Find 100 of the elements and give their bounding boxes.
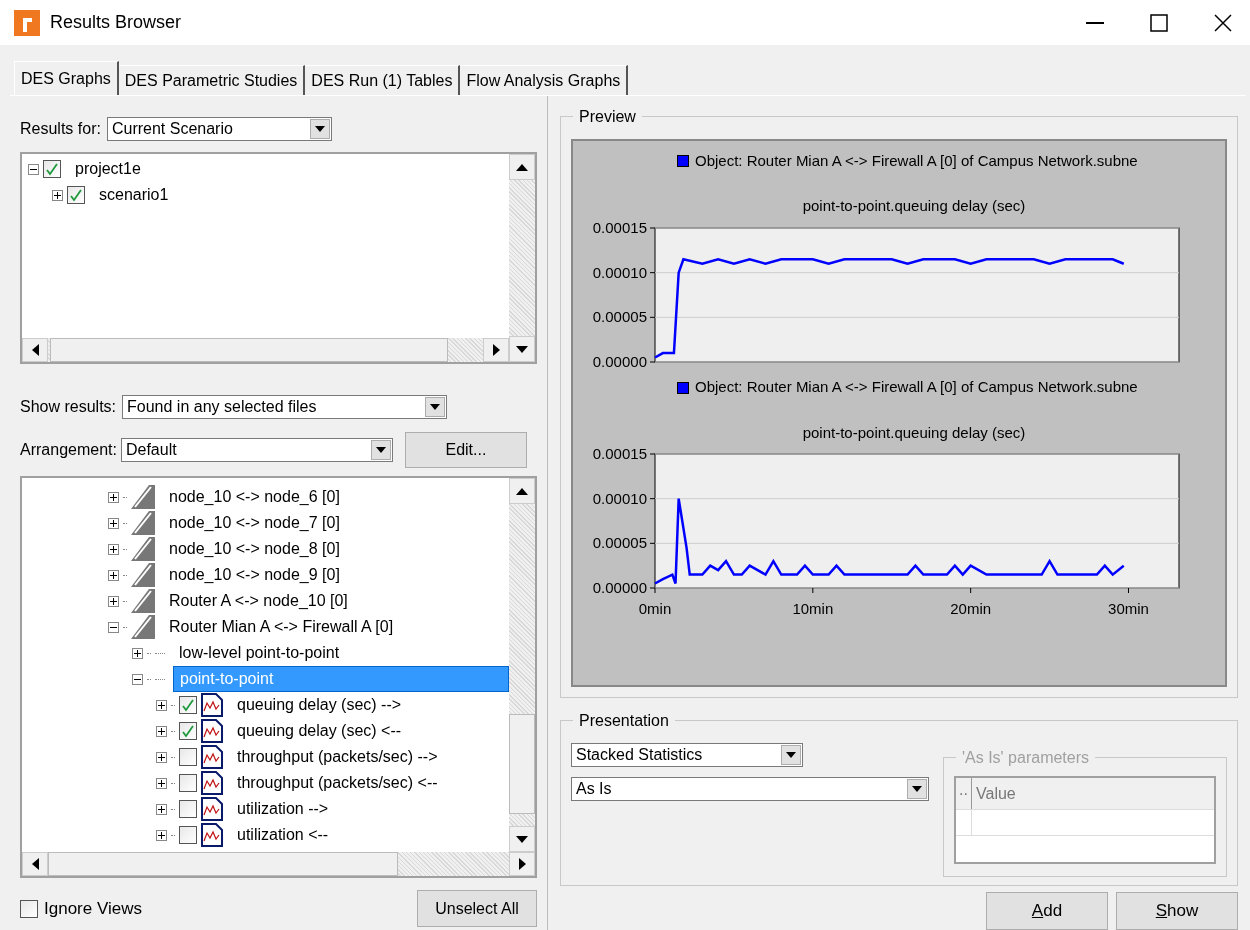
close-icon[interactable]: [1214, 13, 1232, 32]
graph-document-icon: [201, 719, 223, 743]
checkbox[interactable]: [43, 160, 61, 178]
tree-item[interactable]: throughput (packets/sec) -->: [231, 745, 444, 769]
tree-item[interactable]: node_10 <-> node_7 [0]: [163, 511, 346, 535]
y-tick-label: 0.00000: [592, 352, 647, 370]
link-icon: [131, 615, 155, 639]
x-tick-label: 0min: [638, 600, 672, 617]
scroll-down-icon[interactable]: [509, 336, 535, 362]
expand-icon[interactable]: [156, 777, 167, 789]
checkbox[interactable]: [179, 696, 197, 714]
tab[interactable]: DES Run (1) Tables: [305, 65, 461, 95]
vertical-scrollbar[interactable]: [509, 478, 535, 852]
link-icon: [131, 485, 155, 509]
y-tick-label: 0.00000: [592, 579, 647, 596]
expand-icon[interactable]: [52, 189, 63, 201]
chart-title: point-to-point.queuing delay (sec): [801, 422, 1027, 443]
scroll-right-icon[interactable]: [509, 852, 535, 876]
edit-button[interactable]: Edit...: [404, 432, 527, 468]
tree-item[interactable]: queuing delay (sec) -->: [231, 693, 408, 717]
expand-icon[interactable]: [132, 647, 143, 659]
ignore-views-checkbox[interactable]: [20, 899, 38, 918]
tree-item[interactable]: node_10 <-> node_8 [0]: [163, 537, 346, 561]
expand-icon[interactable]: [108, 595, 119, 607]
tree-item[interactable]: node_10 <-> node_9 [0]: [163, 563, 346, 587]
action-button[interactable]: Show: [1116, 892, 1238, 930]
tab[interactable]: DES Parametric Studies: [118, 65, 306, 95]
tree-item[interactable]: utilization <--: [231, 823, 335, 847]
y-tick-label: 0.00005: [592, 534, 647, 552]
expand-icon[interactable]: [156, 751, 167, 763]
checkbox[interactable]: [179, 774, 197, 792]
tree-item[interactable]: node_10 <-> node_6 [0]: [163, 485, 346, 509]
link-icon: [131, 563, 155, 587]
checkbox[interactable]: [179, 800, 197, 818]
collapse-icon[interactable]: [28, 163, 39, 175]
expand-icon[interactable]: [156, 829, 167, 841]
link-icon: [131, 511, 155, 535]
collapse-icon[interactable]: [108, 621, 119, 633]
tree-item[interactable]: queuing delay (sec) <--: [231, 719, 408, 743]
vertical-scrollbar[interactable]: [509, 154, 535, 362]
expand-icon[interactable]: [156, 725, 167, 737]
expand-icon[interactable]: [156, 699, 167, 711]
scroll-thumb[interactable]: [50, 338, 448, 362]
tree-item[interactable]: throughput (packets/sec) <--: [231, 771, 444, 795]
link-icon: [131, 589, 155, 613]
checkbox[interactable]: [179, 826, 197, 844]
horizontal-scrollbar[interactable]: [22, 852, 535, 876]
scroll-right-icon[interactable]: [483, 338, 509, 362]
link-icon: [131, 537, 155, 561]
scroll-left-icon[interactable]: [22, 852, 48, 876]
expand-icon[interactable]: [108, 543, 119, 555]
tree-item[interactable]: Router A <-> node_10 [0]: [163, 589, 354, 613]
graph-document-icon: [201, 693, 223, 717]
results-for-label: Results for:: [20, 119, 101, 139]
collapse-icon[interactable]: [132, 673, 143, 685]
graph-document-icon: [201, 823, 223, 847]
y-tick-label: 0.00010: [592, 263, 647, 281]
maximize-icon[interactable]: [1150, 13, 1168, 32]
tree-item[interactable]: scenario1: [99, 183, 169, 207]
checkbox[interactable]: [67, 186, 85, 204]
x-tick-label: 30min: [1108, 600, 1149, 617]
presentation-dropdown[interactable]: Stacked Statistics: [571, 742, 803, 767]
tab[interactable]: DES Graphs: [14, 61, 119, 95]
graph-document-icon: [201, 771, 223, 795]
expand-icon[interactable]: [108, 517, 119, 529]
tree-item[interactable]: utilization -->: [231, 797, 335, 821]
expand-icon[interactable]: [156, 803, 167, 815]
show-results-dropdown[interactable]: Found in any selected files: [122, 395, 448, 419]
checkbox[interactable]: [179, 722, 197, 740]
y-tick-label: 0.00010: [592, 489, 647, 507]
show-results-label: Show results:: [20, 397, 117, 417]
minimize-icon[interactable]: [1086, 21, 1104, 24]
chart-title: point-to-point.queuing delay (sec): [801, 196, 1027, 216]
checkbox[interactable]: [179, 748, 197, 766]
tree-item[interactable]: Router Mian A <-> Firewall A [0]: [163, 615, 400, 639]
column-header: Value: [975, 783, 1017, 804]
horizontal-scrollbar[interactable]: [22, 338, 509, 362]
x-tick-label: 10min: [792, 600, 834, 617]
scroll-up-icon[interactable]: [509, 154, 535, 180]
ignore-views-label: Ignore Views: [44, 897, 142, 920]
app-logo-icon: [14, 9, 40, 36]
expand-icon[interactable]: [108, 569, 119, 581]
scroll-up-icon[interactable]: [509, 478, 535, 504]
scroll-thumb[interactable]: [509, 714, 535, 814]
filter-dropdown[interactable]: As Is: [571, 776, 929, 801]
tree-item[interactable]: low-level point-to-point: [173, 641, 346, 665]
expand-icon[interactable]: [108, 491, 119, 503]
action-button[interactable]: Add: [986, 892, 1108, 930]
tab[interactable]: Flow Analysis Graphs: [460, 65, 629, 95]
arrangement-dropdown[interactable]: Default: [120, 438, 393, 462]
legend-label: Object: Router Mian A <-> Firewall A [0] of Campus Network.subne: [695, 150, 1138, 171]
scroll-left-icon[interactable]: [22, 338, 48, 362]
y-tick-label: 0.00015: [592, 219, 647, 236]
scroll-thumb[interactable]: [48, 852, 398, 876]
graph-document-icon: [201, 797, 223, 821]
tree-item[interactable]: project1e: [75, 157, 141, 181]
graph-document-icon: [201, 745, 223, 769]
scroll-down-icon[interactable]: [509, 826, 535, 852]
unselect-all-button[interactable]: Unselect All: [417, 890, 537, 927]
results-for-dropdown[interactable]: Current Scenario: [106, 117, 332, 141]
